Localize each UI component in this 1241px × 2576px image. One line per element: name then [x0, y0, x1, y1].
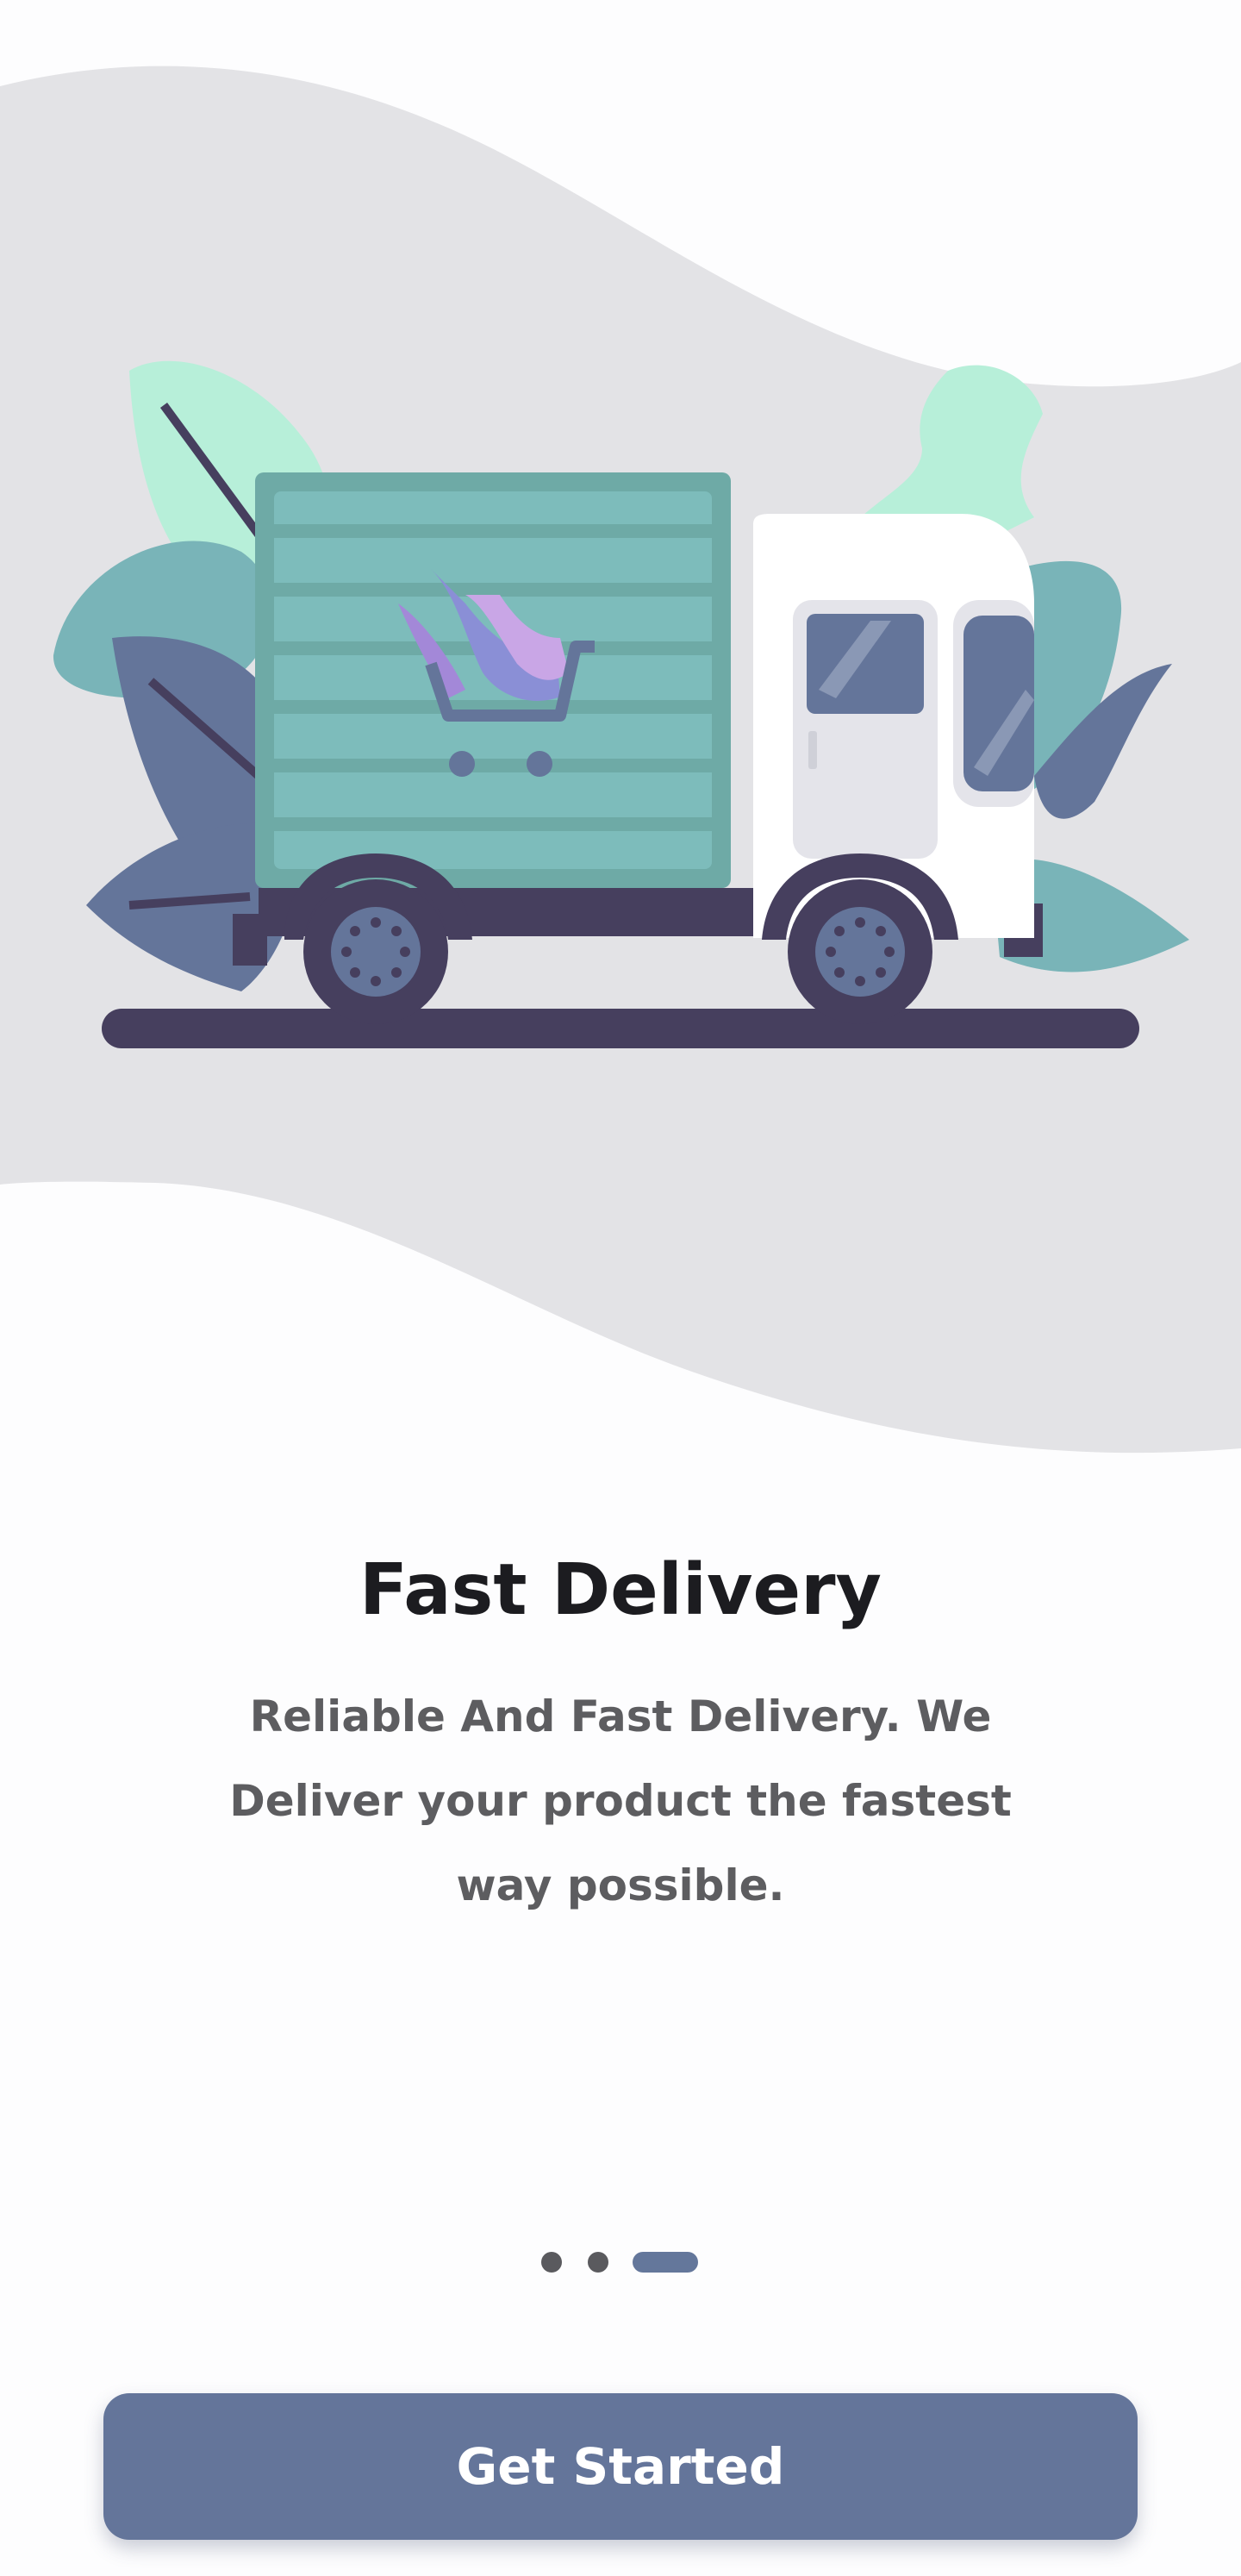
page-title: Fast Delivery	[359, 1549, 882, 1631]
truck-icon	[233, 472, 1043, 1024]
page-indicator-dot-active[interactable]	[633, 2252, 698, 2273]
get-started-button[interactable]: Get Started	[103, 2393, 1138, 2540]
page-description: Reliable And Fast Delivery. We Deliver y…	[229, 1691, 1012, 1910]
page-indicator-dot[interactable]	[588, 2252, 608, 2273]
delivery-truck-illustration	[53, 360, 1189, 1048]
page-indicator-dot[interactable]	[541, 2252, 562, 2273]
page-indicator	[541, 2250, 700, 2274]
onboarding-screen: Fast Delivery Reliable And Fast Delivery…	[0, 0, 1241, 2576]
